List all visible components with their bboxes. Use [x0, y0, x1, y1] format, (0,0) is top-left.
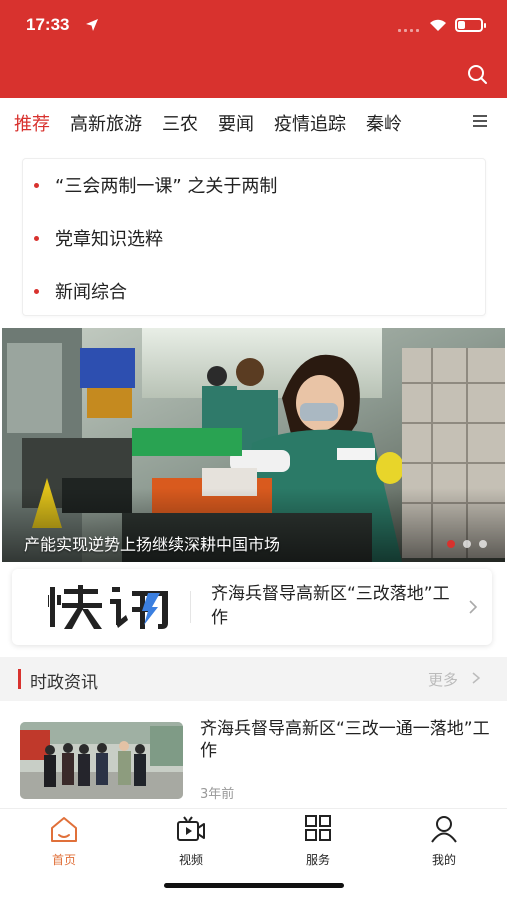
tab-agriculture[interactable]: 三农 — [162, 110, 198, 136]
carousel-dot[interactable] — [463, 540, 471, 548]
home-icon — [51, 817, 77, 842]
news-list-item[interactable]: 齐海兵督导高新区“三改一通一落地”工作 3年前 — [0, 712, 507, 808]
news-time: 3年前 — [200, 787, 235, 802]
bullet-icon — [34, 288, 39, 294]
bottom-nav: 首页 视频 服务 我的 — [0, 808, 507, 868]
cellular-signal-icon — [398, 26, 420, 32]
tab-headlines[interactable]: 要闻 — [218, 110, 254, 136]
tab-menu-icon[interactable] — [473, 115, 487, 127]
notice-item[interactable]: 党章知识选粹 — [23, 218, 487, 258]
banner-caption: 产能实现逆势上扬继续深耕中国市场 — [24, 535, 281, 554]
notice-item[interactable]: 新闻综合 — [23, 271, 487, 311]
home-indicator — [164, 883, 344, 888]
nav-home[interactable]: 首页 — [24, 815, 104, 867]
nav-label: 首页 — [51, 853, 76, 867]
news-thumbnail — [20, 722, 183, 799]
more-link[interactable]: 更多 — [428, 669, 458, 690]
section-accent-bar — [18, 669, 21, 689]
grid-icon — [305, 815, 331, 841]
chevron-right-icon — [469, 600, 478, 614]
wifi-icon — [430, 19, 446, 31]
tab-recommend[interactable]: 推荐 — [14, 110, 50, 136]
battery-level — [458, 21, 465, 29]
news-title: 齐海兵督导高新区“三改一通一落地”工作 — [200, 719, 490, 761]
tab-epidemic[interactable]: 疫情追踪 — [274, 110, 346, 136]
notice-text: “三会两制一课” 之关于两制 — [55, 176, 278, 197]
header-bar: 17:33 — [0, 0, 507, 98]
carousel-dot[interactable] — [479, 540, 487, 548]
flash-news-logo — [48, 585, 168, 629]
notice-list: “三会两制一课” 之关于两制 党章知识选粹 新闻综合 — [22, 158, 486, 316]
notice-text: 党章知识选粹 — [55, 229, 163, 250]
chevron-right-icon[interactable] — [472, 672, 480, 684]
status-time: 17:33 — [26, 15, 70, 34]
section-title: 时政资讯 — [30, 673, 98, 693]
banner-photo — [2, 328, 505, 562]
tab-qinling[interactable]: 秦岭 — [366, 110, 402, 136]
notice-item[interactable]: “三会两制一课” 之关于两制 — [23, 165, 487, 205]
user-icon — [431, 816, 457, 843]
carousel-dot[interactable] — [447, 540, 455, 548]
video-icon — [177, 816, 205, 841]
nav-services[interactable]: 服务 — [278, 815, 358, 867]
carousel-indicator — [439, 540, 487, 548]
location-arrow-icon — [86, 19, 98, 31]
nav-label: 服务 — [305, 853, 330, 867]
flash-news-card[interactable]: 齐海兵督导高新区“三改落地”工作 — [12, 569, 492, 645]
bullet-icon — [34, 182, 39, 188]
nav-profile[interactable]: 我的 — [404, 815, 484, 867]
bullet-icon — [34, 235, 39, 241]
divider — [190, 591, 191, 623]
flash-news-text: 齐海兵督导高新区“三改落地”工作 — [211, 584, 450, 628]
tab-hightech-travel[interactable]: 高新旅游 — [70, 110, 142, 136]
notice-text: 新闻综合 — [55, 282, 127, 303]
nav-label: 我的 — [431, 853, 456, 867]
section-header: 时政资讯 更多 — [0, 657, 507, 701]
category-tabs: 推荐 高新旅游 三农 要闻 疫情追踪 秦岭 — [0, 98, 507, 148]
banner-carousel[interactable]: 产能实现逆势上扬继续深耕中国市场 — [2, 328, 505, 562]
search-icon[interactable] — [466, 63, 488, 85]
nav-label: 视频 — [178, 853, 203, 867]
nav-video[interactable]: 视频 — [151, 815, 231, 867]
battery-icon — [455, 18, 486, 32]
app-screen: 17:33 推荐 高新旅游 三农 要闻 疫情追踪 秦岭 “三会两制一课” 之关于… — [0, 0, 507, 900]
